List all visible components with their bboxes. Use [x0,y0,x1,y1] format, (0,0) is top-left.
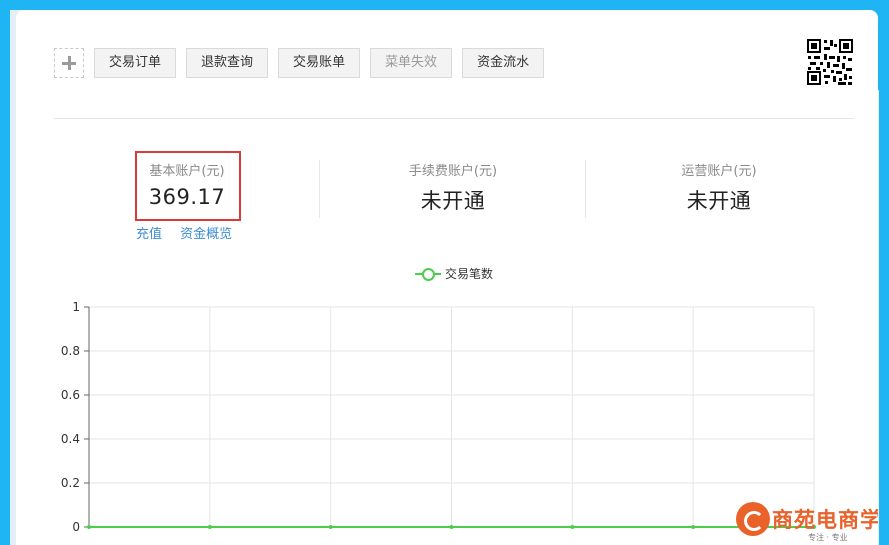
y-tick-label: 0.4 [61,432,80,446]
y-tick-label: 0.6 [61,388,80,402]
data-point [691,525,696,529]
y-tick-label: 0.8 [61,344,80,358]
data-point [570,525,575,529]
transactions-chart: 1 0.8 0.6 0.4 0.2 0 [61,300,816,534]
y-tick-label: 0 [72,520,80,534]
watermark-subtitle: 专注 · 专业 [808,533,848,542]
data-point [328,525,333,529]
main-panel: 交易订单 退款查询 交易账单 菜单失效 资金流水 基本账户(元) 369.17 … [16,10,878,545]
watermark-logo: 商苑电商学院 专注 · 专业 [736,498,878,545]
data-point [449,525,454,529]
data-point [87,525,91,529]
y-tick-label: 0.2 [61,476,80,490]
y-tick-label: 1 [72,300,80,314]
watermark-logo-icon [736,502,770,536]
watermark-title: 商苑电商学院 [772,508,878,532]
data-point [207,525,212,529]
